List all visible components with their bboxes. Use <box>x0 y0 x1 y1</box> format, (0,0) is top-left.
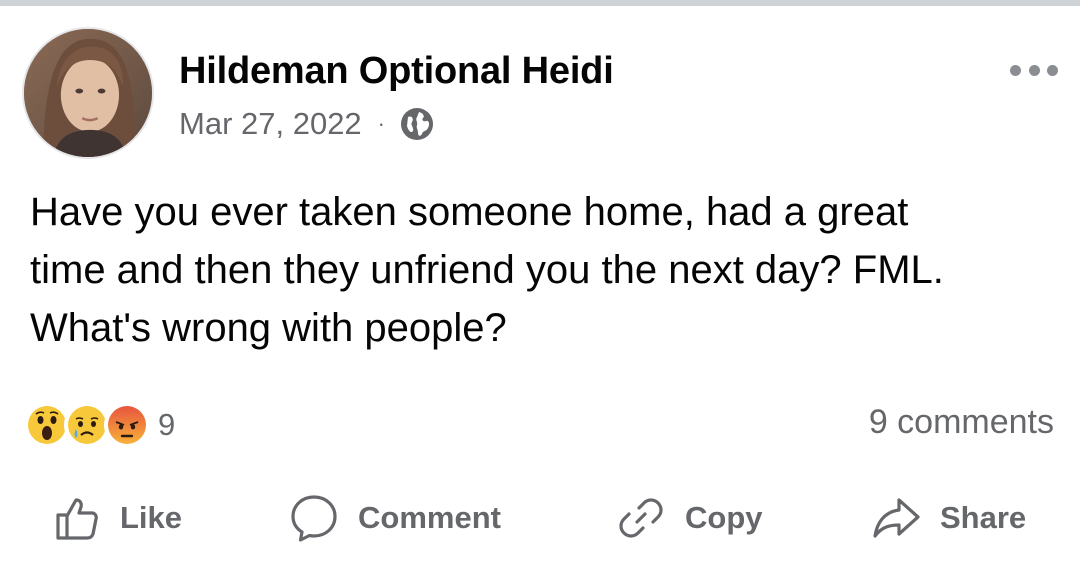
like-label: Like <box>120 500 183 535</box>
copy-label: Copy <box>685 500 763 535</box>
more-dot-icon <box>1047 64 1058 76</box>
post-body-line: What's wrong with people? <box>30 306 507 350</box>
more-options-button[interactable] <box>1010 58 1058 82</box>
share-button[interactable]: Share <box>870 488 1026 548</box>
angry-reaction-icon <box>104 402 150 448</box>
reactions-summary[interactable]: 9 <box>24 400 175 450</box>
link-icon <box>619 498 663 538</box>
comment-label: Comment <box>358 500 501 535</box>
copy-link-button[interactable]: Copy <box>615 488 763 548</box>
like-button[interactable]: Like <box>50 488 182 548</box>
reaction-count: 9 <box>158 407 176 442</box>
post-body-line: time and then they unfriend you the next… <box>30 248 944 292</box>
avatar[interactable] <box>22 27 154 159</box>
more-dot-icon <box>1028 64 1040 76</box>
more-dot-icon <box>1010 64 1021 76</box>
comment-bubble-icon <box>291 495 337 542</box>
share-label: Share <box>940 500 1027 535</box>
globe-icon <box>399 106 435 142</box>
post-body: Have you ever taken someone home, had a … <box>30 183 1060 357</box>
meta-separator: · <box>377 111 385 136</box>
post-meta: Mar 27, 2022 · <box>179 104 435 144</box>
comment-button[interactable]: Comment <box>288 488 501 548</box>
post-date[interactable]: Mar 27, 2022 <box>179 106 362 142</box>
top-divider <box>0 0 1080 6</box>
author-name[interactable]: Hildeman Optional Heidi <box>179 50 614 93</box>
share-arrow-icon <box>873 498 920 538</box>
thumbs-up-icon <box>56 498 98 540</box>
post-action-bar: Like Comment Copy Share <box>0 488 1080 548</box>
post-body-line: Have you ever taken someone home, had a … <box>30 190 909 234</box>
comments-count-link[interactable]: 9 comments <box>869 403 1054 442</box>
